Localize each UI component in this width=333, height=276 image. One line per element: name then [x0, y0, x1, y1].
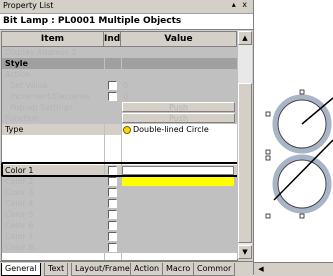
ind-checkbox[interactable]	[108, 177, 117, 186]
ind-checkbox[interactable]	[108, 221, 117, 230]
bit-lamp-objects	[265, 89, 333, 219]
ind-checkbox[interactable]	[108, 188, 117, 197]
row-value: 0	[123, 81, 129, 90]
row-label: Set Value	[10, 81, 48, 90]
push-button[interactable]: Push	[122, 113, 235, 123]
design-canvas[interactable]	[254, 0, 333, 262]
row-label: Color 1	[5, 166, 34, 175]
row-label: Color 4	[5, 199, 34, 208]
column-header-ind[interactable]: Ind	[104, 32, 121, 47]
lamp-inner-circle-icon	[277, 159, 327, 209]
object-name: Bit Lamp : PL0001 Multiple Objects	[3, 16, 182, 26]
resize-handle-icon[interactable]	[265, 155, 271, 161]
property-tabs: General Text Layout/Frame Action Macro C…	[0, 261, 253, 276]
row-value: 0	[123, 92, 129, 101]
resize-handle-icon[interactable]	[265, 149, 271, 155]
row-label: Function	[5, 114, 40, 123]
color-2-swatch[interactable]	[122, 177, 234, 186]
row-set-value[interactable]: Set Value 0	[2, 80, 237, 91]
row-label: Color 6	[5, 221, 34, 230]
row-label: Type	[5, 125, 24, 134]
row-popup-settings[interactable]: Pop-up Settings Push	[2, 102, 237, 113]
row-label: Increment/Decreme	[10, 92, 90, 101]
scroll-thumb[interactable]	[238, 83, 252, 243]
row-label: Color 3	[5, 188, 34, 197]
row-color-5[interactable]: Color 5	[2, 209, 237, 220]
ind-checkbox[interactable]	[108, 81, 117, 90]
section-label: Style	[5, 59, 28, 68]
section-style[interactable]: Style	[2, 58, 237, 69]
color-1-swatch[interactable]	[122, 166, 234, 175]
ind-checkbox[interactable]	[108, 243, 117, 252]
horizontal-scrollbar[interactable]: ◀	[254, 262, 333, 276]
row-color-6[interactable]: Color 6	[2, 220, 237, 231]
column-header-value[interactable]: Value	[121, 32, 237, 47]
row-color-8[interactable]: Color 8	[2, 242, 237, 253]
panel-titlebar: Property List ▴ x	[0, 0, 253, 14]
tab-general[interactable]: General	[1, 263, 41, 276]
row-action[interactable]: Action	[2, 69, 237, 80]
property-list-panel: Property List ▴ x Bit Lamp : PL0001 Mult…	[0, 0, 254, 276]
row-label: Color 5	[5, 210, 34, 219]
ind-checkbox[interactable]	[108, 199, 117, 208]
row-label: Color 7	[5, 232, 34, 241]
push-button[interactable]: Push	[122, 102, 235, 112]
row-color-2[interactable]: Color 2	[2, 176, 237, 187]
row-display-address-2[interactable]: Display Address 2	[2, 47, 237, 58]
scroll-left-icon[interactable]: ◀	[256, 263, 266, 275]
row-label: Pop-up Settings	[10, 103, 73, 112]
property-grid: Item Ind Value Display Address 2 Style A…	[1, 31, 238, 261]
circle-type-icon	[123, 125, 131, 134]
panel-title: Property List	[3, 1, 54, 10]
row-label: Action	[5, 70, 31, 79]
type-value: Double-lined Circle	[133, 125, 209, 134]
tab-common[interactable]: Commor	[193, 263, 236, 276]
row-label: Color 8	[5, 243, 34, 252]
resize-handle-icon[interactable]	[299, 213, 305, 219]
column-header-item[interactable]: Item	[2, 32, 104, 47]
row-label: Color 2	[5, 177, 34, 186]
tab-action[interactable]: Action	[130, 263, 164, 276]
vertical-scrollbar[interactable]: ▲ ▼	[237, 31, 252, 259]
row-increment-decrement[interactable]: Increment/Decreme 0	[2, 91, 237, 102]
bit-lamp-top[interactable]	[265, 89, 333, 154]
tab-layout-frame[interactable]: Layout/Frame	[71, 263, 134, 276]
row-type[interactable]: Type Double-lined Circle	[2, 124, 237, 135]
row-color-1[interactable]: Color 1	[2, 165, 237, 176]
ind-checkbox[interactable]	[108, 210, 117, 219]
scroll-down-icon[interactable]: ▼	[238, 245, 252, 259]
column-divider	[121, 47, 122, 260]
tab-text[interactable]: Text	[44, 263, 69, 276]
ind-checkbox[interactable]	[108, 232, 117, 241]
row-function[interactable]: Function Push	[2, 113, 237, 124]
scroll-up-icon[interactable]: ▲	[238, 31, 252, 45]
row-color-3[interactable]: Color 3	[2, 187, 237, 198]
row-color-4[interactable]: Color 4	[2, 198, 237, 209]
resize-handle-icon[interactable]	[299, 89, 305, 95]
tab-macro[interactable]: Macro	[162, 263, 195, 276]
panel-title-buttons[interactable]: ▴ x	[232, 0, 249, 9]
ind-checkbox[interactable]	[108, 166, 117, 175]
row-color-7[interactable]: Color 7	[2, 231, 237, 242]
row-label: Display Address 2	[5, 48, 77, 57]
column-divider	[104, 47, 105, 260]
resize-handle-icon[interactable]	[265, 111, 271, 117]
object-name-bar: Bit Lamp : PL0001 Multiple Objects	[0, 14, 253, 30]
ind-checkbox[interactable]	[108, 92, 117, 101]
resize-handle-icon[interactable]	[265, 213, 271, 219]
